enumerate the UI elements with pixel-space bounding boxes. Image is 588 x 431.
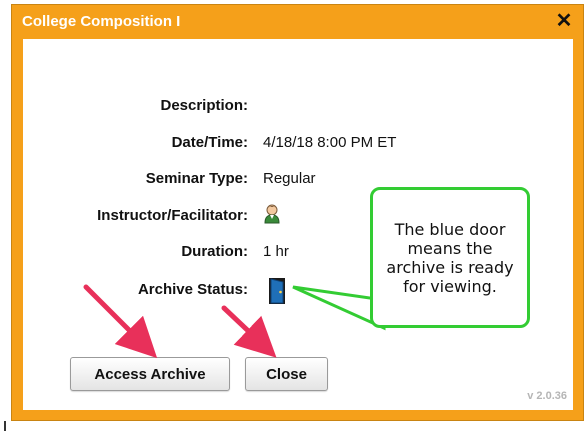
close-arrow [221, 305, 277, 358]
access-archive-arrow [83, 284, 158, 359]
callout-text: The blue door means the archive is ready… [386, 219, 514, 296]
callout-box: The blue door means the archive is ready… [370, 187, 530, 328]
